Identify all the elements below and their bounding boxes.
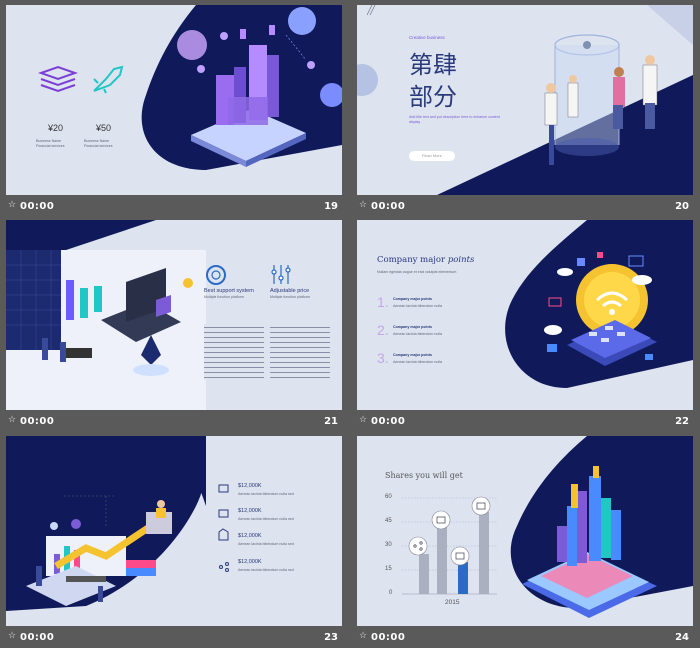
point-desc-3: Aenean lacinia bibendum nulla [393,360,442,364]
star-icon[interactable]: ☆ [8,200,16,210]
stat-desc-2: Aenean lacinia bibendum nulla sed [238,517,294,521]
y-tick: 60 [385,494,392,500]
feature-desc-1: Multiple function platform [204,295,244,299]
slide-preview: ¥20 ¥50 Business Name Financial services… [6,5,342,195]
price-2: ¥50 [96,123,112,133]
caption-1b: Financial services [36,144,65,148]
stat-value-3: $12,000K [238,533,262,539]
feature-heading-1: Best support system [204,288,254,294]
x-axis-label: 2015 [445,599,460,606]
slide-graphics [6,436,229,611]
thumbnail-22[interactable]: Company major points Nullam egestas augu… [357,220,693,432]
feature-body-1 [204,324,264,380]
slide-duration: 00:00 [371,201,406,212]
slide-body: Add title text and put description here … [409,115,500,124]
slide-number: 24 [675,632,689,643]
stat-desc-1: Aenean lacinia bibendum nulla sed [238,492,294,496]
thumbnail-footer: ☆ 00:00 24 [357,628,693,648]
point-heading-1: Company major points [393,297,432,301]
thumbnail-footer: ☆ 00:00 19 [6,197,342,217]
star-icon[interactable]: ☆ [359,200,367,210]
feature-desc-2: Multiple function platform [270,295,310,299]
stat-desc-4: Aenean lacinia bibendum nulla sed [238,568,294,572]
slide-number: 22 [675,416,689,427]
slide-number: 23 [324,632,338,643]
point-heading-2: Company major points [393,325,432,329]
slide-preview: Best support system Multiple function pl… [6,220,342,410]
y-tick: 15 [385,566,392,572]
slide-preview: Creative business 第肆 部分 Add title text a… [357,5,693,195]
point-number-2: 2. [377,322,389,338]
slide-preview: Company major points Nullam egestas augu… [357,220,693,410]
thumbnail-footer: ☆ 00:00 23 [6,628,342,648]
point-desc-1: Aenean lacinia bibendum nulla [393,304,442,308]
thumbnail-20[interactable]: Creative business 第肆 部分 Add title text a… [357,5,693,217]
slide-preview: $12,000K Aenean lacinia bibendum nulla s… [6,436,342,626]
slide-duration: 00:00 [20,416,55,427]
thumbnail-24[interactable]: Shares you will get 60 45 30 15 0 2015 ☆… [357,436,693,648]
slide-eyebrow: Creative business [409,35,445,40]
thumbnail-23[interactable]: $12,000K Aenean lacinia bibendum nulla s… [6,436,342,648]
slide-title-main: Company major [377,255,448,265]
chart-title: Shares you will get [385,471,463,480]
slide-graphics [6,220,291,410]
star-icon[interactable]: ☆ [8,415,16,425]
slide-graphics [37,5,342,170]
slide-number: 20 [675,201,689,212]
slide-preview: Shares you will get 60 45 30 15 0 2015 [357,436,693,626]
y-tick: 45 [385,518,392,524]
stat-value-1: $12,000K [238,483,262,489]
feature-body-2 [270,324,330,380]
thumbnail-footer: ☆ 00:00 21 [6,412,342,432]
price-1: ¥20 [48,123,64,133]
caption-2b: Financial services [84,144,113,148]
y-tick: 30 [385,542,392,548]
slide-title-line2: 部分 [409,83,457,111]
slide-duration: 00:00 [371,632,406,643]
slide-graphics [357,5,693,195]
star-icon[interactable]: ☆ [359,415,367,425]
point-desc-2: Aenean lacinia bibendum nulla [393,332,442,336]
slide-duration: 00:00 [20,201,55,212]
thumbnail-footer: ☆ 00:00 22 [357,412,693,432]
slide-title-emphasis: points [447,255,475,265]
slide-title-line1: 第肆 [409,51,457,79]
slide-graphics [402,436,693,618]
slide-duration: 00:00 [20,632,55,643]
point-heading-3: Company major points [393,353,432,357]
thumbnail-21[interactable]: Best support system Multiple function pl… [6,220,342,432]
y-tick: 0 [389,590,393,596]
star-icon[interactable]: ☆ [8,631,16,641]
stat-desc-3: Aenean lacinia bibendum nulla sed [238,542,294,546]
point-number-3: 3. [377,350,389,366]
feature-heading-2: Adjustable price [270,288,310,294]
read-more-button[interactable]: Read More [409,151,455,161]
thumbnail-footer: ☆ 00:00 20 [357,197,693,217]
point-number-1: 1. [377,294,389,310]
slide-graphics [505,220,693,388]
slide-duration: 00:00 [371,416,406,427]
slide-number: 21 [324,416,338,427]
stat-value-4: $12,000K [238,559,262,565]
slide-number: 19 [324,201,338,212]
slide-title: Company major points [377,255,474,265]
thumbnail-19[interactable]: ¥20 ¥50 Business Name Financial services… [6,5,342,217]
star-icon[interactable]: ☆ [359,631,367,641]
slide-subtitle: Nullam egestas augue et erat volutpat el… [377,270,457,274]
stat-value-2: $12,000K [238,508,262,514]
